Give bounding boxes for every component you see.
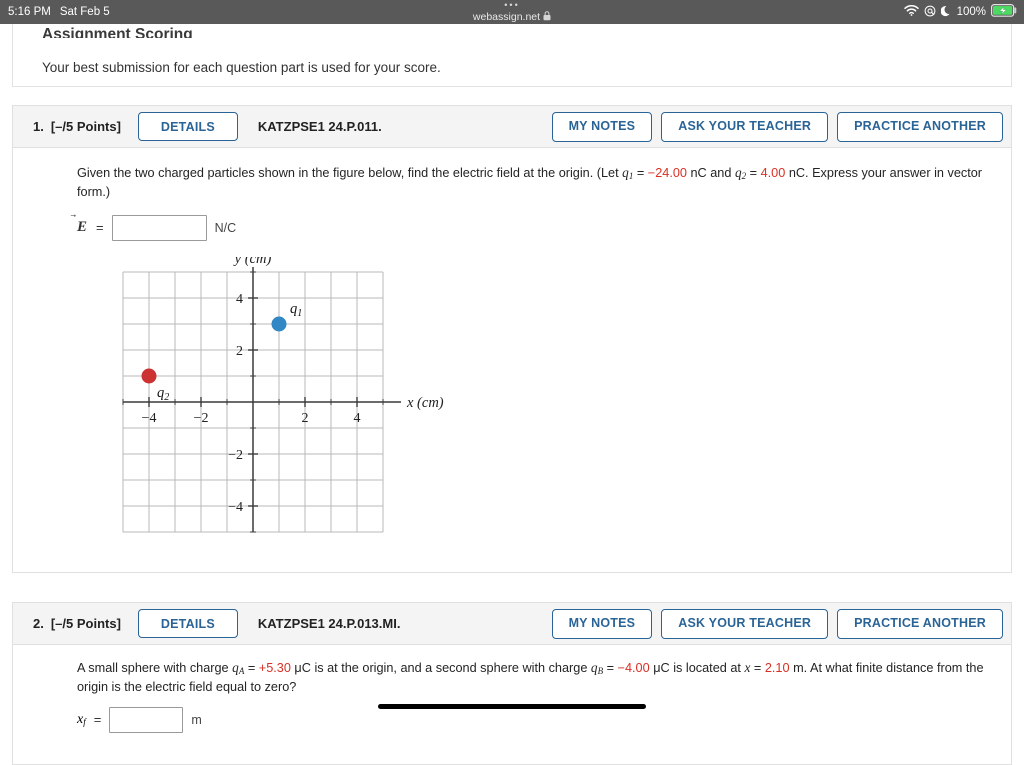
assignment-scoring-panel: Assignment Scoring Your best submission … [12,24,1012,87]
battery-charging-icon [991,4,1017,20]
charge-position-figure: −4 −2 2 4 −4 −2 2 4 x (cm) y (cm) q1 q2 [113,251,991,552]
my-notes-button[interactable]: MY NOTES [551,111,653,142]
question-2-prompt: A small sphere with charge qA = +5.30 μC… [77,660,984,694]
x-symbol: x [744,660,751,675]
ipad-status-bar: 5:16 PM Sat Feb 5 ••• webassign.net 100% [0,0,1024,24]
plot-tick-labels: −4 −2 2 4 −4 −2 2 4 [142,292,361,515]
question-1-number: 1. [33,119,44,134]
details-button-2[interactable]: DETAILS [137,609,238,638]
xtick-label-neg2: −2 [194,411,209,426]
ytick-label-2: 2 [236,344,243,359]
y-axis-label: y (cm) [233,257,272,267]
question-1-points: [–/5 Points] [50,119,121,134]
question-2-header: 2. [–/5 Points] DETAILS KATZPSE1 24.P.01… [12,602,1012,645]
xf-input[interactable] [109,706,184,733]
my-notes-button-2[interactable]: MY NOTES [551,608,653,639]
question-1-answer-row: ⃗ E = N/C [77,214,991,241]
practice-another-button-2[interactable]: PRACTICE ANOTHER [837,608,1003,639]
question-1-prompt: Given the two charged particles shown in… [77,165,983,199]
data-point-q2-label: q2 [157,385,169,403]
lock-icon [543,10,551,24]
q1-unit: nC [690,166,707,180]
x-unit: m. [793,661,808,675]
ytick-label-neg2: −2 [228,448,243,463]
status-bar-center: ••• webassign.net [0,0,1024,24]
qa-subscript: A [238,666,245,676]
electric-field-unit: N/C [214,220,237,235]
question-2-actions: MY NOTES ASK YOUR TEACHER PRACTICE ANOTH… [551,608,1003,639]
q2-value: 4.00 [760,166,786,180]
details-button[interactable]: DETAILS [137,112,238,141]
at-symbol-icon [924,5,936,20]
home-indicator[interactable] [378,704,646,709]
question-2-answer-row: xf = m [77,706,991,733]
site-url: webassign.net [472,10,541,23]
question-1-body: Given the two charged particles shown in… [12,148,1012,573]
q2-prompt-part1: A small sphere with charge [77,661,229,675]
electric-field-symbol: E [77,219,88,236]
qa-value: +5.30 [258,661,291,675]
question-2-number: 2. [33,616,44,631]
xtick-label-4: 4 [354,411,361,426]
question-1: 1. [–/5 Points] DETAILS KATZPSE1 24.P.01… [12,105,1012,573]
address-bar[interactable]: webassign.net [472,10,551,24]
ytick-label-4: 4 [236,292,243,307]
question-2: 2. [–/5 Points] DETAILS KATZPSE1 24.P.01… [12,602,1012,765]
xf-label: xf [77,711,86,727]
q2-subscript: 2 [741,171,747,181]
question-2-code: KATZPSE1 24.P.013.MI. [257,616,401,631]
status-bar-right: 100% [903,4,1017,20]
q1-subscript: 1 [628,171,634,181]
assignment-scoring-subtitle: Your best submission for each question p… [42,60,441,75]
moon-icon [940,5,952,20]
ask-your-teacher-button-2[interactable]: ASK YOUR TEACHER [661,608,829,639]
q2-unit: nC. [788,166,809,180]
equals-sign: = [96,220,104,236]
qa-symbol: q [232,660,239,675]
question-1-header: 1. [–/5 Points] DETAILS KATZPSE1 24.P.01… [12,105,1012,148]
webassign-page: Assignment Scoring Your best submission … [0,24,1024,765]
q1-conjunction: and [710,166,732,180]
tab-overview-dots-icon[interactable]: ••• [504,0,519,10]
xf-unit: m [191,712,202,727]
electric-field-label: ⃗ E [77,219,88,236]
data-point-q2: q2 [141,368,169,403]
xtick-label-2: 2 [302,411,309,426]
question-1-actions: MY NOTES ASK YOUR TEACHER PRACTICE ANOTH… [551,111,1003,142]
wifi-icon [903,5,919,19]
q2-prompt-part3: is located at [673,661,741,675]
data-point-q1-label: q1 [290,301,302,319]
q2-prompt-part2: is at the origin, and a second sphere wi… [314,661,588,675]
q1-symbol: q [622,165,629,180]
question-1-code: KATZPSE1 24.P.011. [257,119,382,134]
q2-symbol: q [734,165,742,180]
ytick-label-neg4: −4 [228,500,243,515]
x-axis-label: x (cm) [406,395,444,411]
qb-subscript: B [597,666,604,676]
qa-unit: μC [294,661,311,675]
qb-unit: μC [653,661,670,675]
q1-value: −24.00 [647,166,687,180]
xtick-label-neg4: −4 [142,411,157,426]
battery-percent-label: 100% [956,6,986,18]
assignment-scoring-title: Assignment Scoring [42,26,193,38]
data-point-q1: q1 [271,301,302,332]
x-value: 2.10 [764,661,790,675]
practice-another-button[interactable]: PRACTICE ANOTHER [837,111,1003,142]
electric-field-input[interactable] [111,214,207,241]
question-2-points: [–/5 Points] [50,616,121,631]
ask-your-teacher-button[interactable]: ASK YOUR TEACHER [661,111,829,142]
coordinate-plot: −4 −2 2 4 −4 −2 2 4 x (cm) y (cm) q1 q2 [122,251,444,533]
q1-prompt-part1: Given the two charged particles shown in… [77,166,619,180]
x-equals: = [753,661,762,675]
qb-value: −4.00 [617,661,650,675]
qb-symbol: q [590,660,598,675]
